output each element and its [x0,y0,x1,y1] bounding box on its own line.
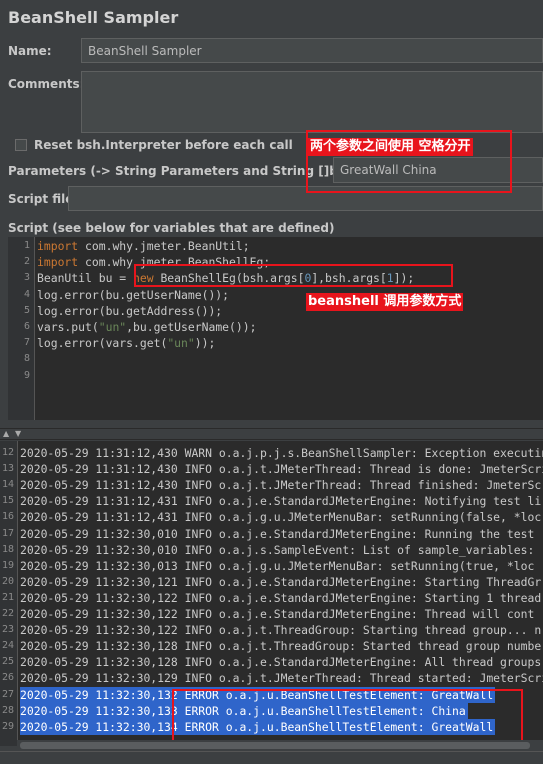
editor-gutter: 1 2 3 4 5 6 7 8 9 [8,237,35,420]
log-line-text: 2020-05-29 11:32:30,122 INFO o.a.j.t.Thr… [20,623,542,638]
log-line-text: 2020-05-29 11:32:30,122 INFO o.a.j.e.Sta… [20,607,535,621]
name-field[interactable]: BeanShell Sampler [81,38,543,63]
log-line-number: 22 [1,608,14,619]
code-line-number: 6 [23,321,30,332]
code-line: vars.put("un",bu.getUserName()); [37,320,256,334]
log-line-text: 2020-05-29 11:32:30,129 INFO o.a.j.t.JMe… [20,671,543,686]
code-token: log.error(bu.getAddress()); [37,303,223,318]
code-token: "un" [98,320,127,334]
log-line-number: 27 [1,688,14,700]
log-line-text: 2020-05-29 11:32:30,122 INFO o.a.j.e.Sta… [20,590,542,605]
log-row[interactable]: 17 2020-05-29 11:32:30,010 INFO o.a.j.e.S… [0,526,543,542]
comments-label: Comments: [8,77,85,91]
log-line-number: 23 [1,624,14,636]
log-line-text: 2020-05-29 11:32:30,121 INFO o.a.j.e.Sta… [20,574,542,589]
log-line-number: 26 [1,672,14,684]
log-line-text: 2020-05-29 11:32:30,128 INFO o.a.j.e.Sta… [20,655,542,670]
log-line-number: 21 [1,591,14,603]
log-row[interactable]: 23 2020-05-29 11:32:30,122 INFO o.a.j.t.T… [0,622,543,638]
log-line-text: 2020-05-29 11:31:12,430 INFO o.a.j.t.JMe… [20,462,543,477]
code-token: com.why.jmeter.BeanUtil; [78,239,250,253]
code-token: )); [194,336,216,351]
log-line-number: 15 [1,495,14,507]
code-line-number: 4 [23,288,30,300]
log-row[interactable]: 21 2020-05-29 11:32:30,122 INFO o.a.j.e.S… [0,590,543,606]
log-line-text: 2020-05-29 11:31:12,431 INFO o.a.j.g.u.J… [20,510,542,525]
log-row[interactable]: 22 2020-05-29 11:32:30,122 INFO o.a.j.e.S… [0,606,543,622]
log-row[interactable]: 16 2020-05-29 11:31:12,431 INFO o.a.j.g.u… [0,509,543,525]
log-line-text: 2020-05-29 11:32:30,013 INFO o.a.j.g.u.J… [20,558,535,573]
code-token: vars.put( [37,320,99,334]
log-line-number: 18 [1,543,14,555]
log-scrollbar-thumb[interactable] [20,742,530,749]
log-line-text: 2020-05-29 11:31:12,430 INFO o.a.j.t.JMe… [20,478,543,493]
log-line-number: 13 [1,463,14,475]
parameters-annotation: 两个参数之间使用 空格分开 [308,138,473,156]
code-token: log.error(vars.get( [37,336,168,351]
code-line-number: 5 [23,304,30,316]
reset-checkbox[interactable] [15,139,27,151]
log-line-text: 2020-05-29 11:31:12,431 INFO o.a.j.e.Sta… [20,494,542,509]
code-line: import com.why.jmeter.BeanUtil; [37,239,250,253]
code-token: import [37,239,79,253]
code-line: log.error(vars.get("un")); [37,336,215,350]
collapse-up-icon[interactable]: ▲ [3,429,9,439]
log-highlight-box [172,689,523,744]
log-row[interactable]: 24 2020-05-29 11:32:30,128 INFO o.a.j.t.T… [0,638,543,654]
log-line-number: 25 [1,656,14,668]
name-label: Name: [8,44,52,58]
log-row[interactable]: 13 2020-05-29 11:31:12,430 INFO o.a.j.t.J… [0,461,543,477]
log-row[interactable]: 26 2020-05-29 11:32:30,129 INFO o.a.j.t.J… [0,670,543,686]
log-line-number: 28 [1,704,14,716]
code-annotation: beanshell 调用参数方式 [306,293,464,311]
code-line-number: 2 [23,256,30,268]
log-row[interactable]: 15 2020-05-29 11:31:12,431 INFO o.a.j.e.S… [0,493,543,509]
collapse-down-icon[interactable]: ▼ [15,429,21,439]
code-line-number: 9 [23,369,30,381]
panel-title: BeanShell Sampler [8,8,179,27]
code-highlight-box [134,264,453,287]
log-row[interactable]: 20 2020-05-29 11:32:30,121 INFO o.a.j.e.S… [0,574,543,590]
code-line: log.error(bu.getUserName()); [37,288,229,302]
code-token: "un" [167,336,195,351]
code-line-number: 7 [23,337,30,349]
log-row[interactable]: 19 2020-05-29 11:32:30,013 INFO o.a.j.g.u… [0,558,543,574]
code-token: BeanUtil bu = [37,271,134,286]
script-label: Script (see below for variables that are… [8,221,335,235]
log-line-number: 20 [1,575,14,587]
split-divider[interactable]: ▲ ▼ [0,428,543,440]
reset-label: Reset bsh.Interpreter before each call [34,138,293,152]
log-row[interactable]: 12 2020-05-29 11:31:12,430 WARN o.a.j.p.j… [0,445,543,461]
code-line: log.error(bu.getAddress()); [37,304,222,318]
log-line-number: 12 [1,447,14,458]
code-token: ,bu.getUserName()); [126,320,257,334]
log-line-text: 2020-05-29 11:32:30,010 INFO o.a.j.e.Sta… [20,526,535,541]
log-line-number: 24 [1,640,14,652]
log-line-number: 19 [1,559,14,571]
log-row[interactable]: 18 2020-05-29 11:32:30,010 INFO o.a.j.s.S… [0,542,543,558]
code-token: import [37,255,79,270]
log-row[interactable]: 25 2020-05-29 11:32:30,128 INFO o.a.j.e.S… [0,654,543,670]
log-line-number: 16 [1,511,14,523]
code-line-number: 1 [23,240,30,251]
log-line-number: 14 [1,479,14,491]
log-line-number: 17 [1,527,14,539]
comments-field[interactable] [81,71,543,133]
script-file-label: Script file [8,192,74,206]
code-line-number: 8 [23,353,30,365]
log-line-number: 29 [1,720,14,732]
log-line-text: 2020-05-29 11:31:12,430 WARN o.a.j.p.j.s… [20,446,543,460]
status-bar [0,751,543,764]
code-line-number: 3 [23,272,30,284]
code-token: log.error(bu.getUserName()); [37,287,230,302]
log-line-text: 2020-05-29 11:32:30,128 INFO o.a.j.t.Thr… [20,639,542,654]
log-row[interactable]: 14 2020-05-29 11:31:12,430 INFO o.a.j.t.J… [0,477,543,493]
log-line-text: 2020-05-29 11:32:30,010 INFO o.a.j.s.Sam… [20,542,543,557]
